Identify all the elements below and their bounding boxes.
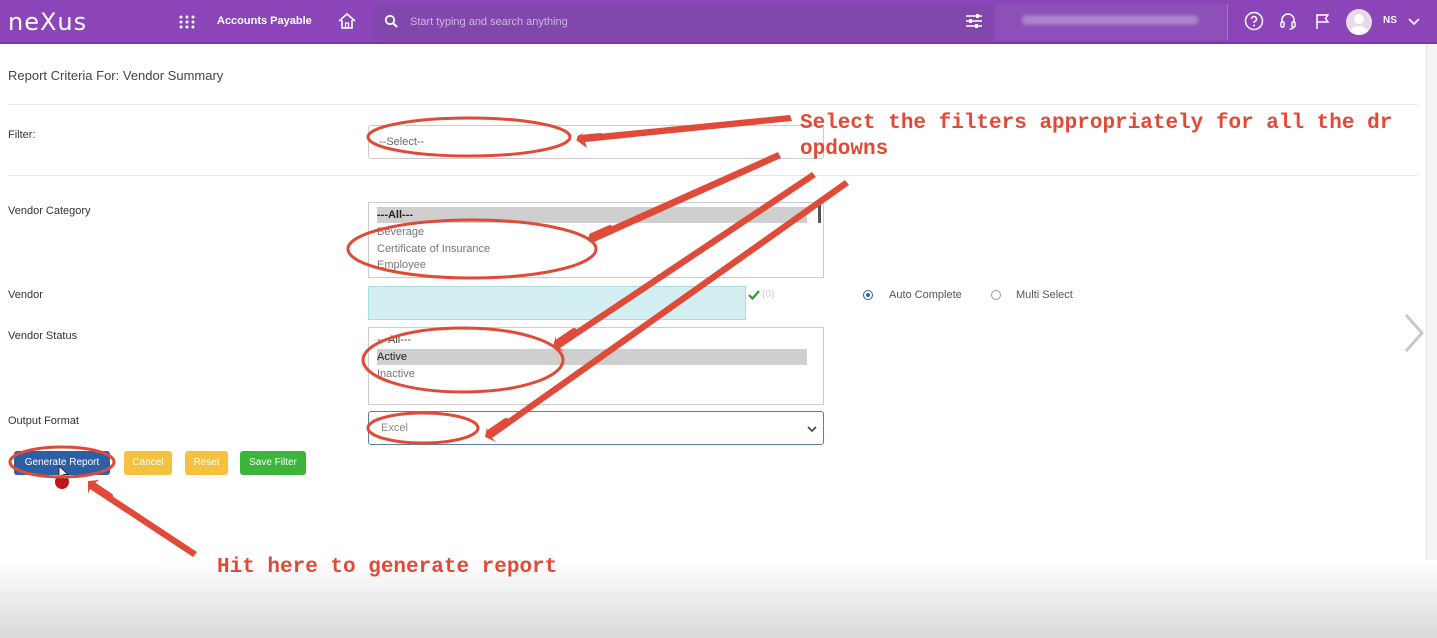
cancel-button[interactable]: Cancel [124, 451, 172, 475]
listbox-scrollbar[interactable] [818, 205, 821, 223]
vendor-status-option[interactable]: Inactive [377, 366, 415, 382]
filter-select-value: --Select-- [379, 136, 425, 148]
save-filter-button[interactable]: Save Filter [240, 451, 306, 475]
flag-icon[interactable] [1314, 12, 1332, 30]
vendor-status-label: Vendor Status [8, 330, 78, 342]
filter-label: Filter: [8, 129, 36, 141]
output-format-value: Excel [381, 422, 408, 434]
reset-button[interactable]: Reset [185, 451, 228, 475]
top-navigation-bar: neXus Accounts Payable Start typing and … [0, 0, 1437, 44]
vendor-category-option[interactable]: Certificate of Insurance [377, 241, 490, 257]
filters-annotation-text: Select the filters appropriately for all… [800, 112, 1393, 161]
vendor-category-option[interactable]: Employee [377, 257, 426, 273]
vendor-input[interactable] [368, 286, 746, 320]
check-icon [748, 290, 760, 301]
global-search-input[interactable] [410, 12, 930, 32]
search-icon[interactable] [384, 14, 398, 28]
generate-annotation-text: Hit here to generate report [217, 556, 558, 579]
mouse-cursor-icon [58, 465, 70, 481]
vendor-status-listbox[interactable]: ---All--- Active Inactive [368, 327, 824, 405]
auto-complete-label[interactable]: Auto Complete [889, 289, 962, 301]
title-divider [8, 104, 1418, 105]
filter-select[interactable]: --Select-- [368, 125, 824, 159]
vendor-label: Vendor [8, 289, 43, 301]
user-initials[interactable]: NS [1383, 15, 1397, 26]
vendor-status-option[interactable]: Active [377, 349, 807, 365]
bottom-shadow [0, 560, 1437, 638]
chevron-down-icon [807, 426, 817, 433]
chevron-down-icon[interactable] [1407, 14, 1421, 28]
help-icon[interactable] [1244, 11, 1264, 31]
output-format-select[interactable]: Excel [368, 411, 824, 445]
vendor-status-option[interactable]: ---All--- [377, 332, 411, 348]
vendor-category-label: Vendor Category [8, 205, 91, 217]
support-headset-icon[interactable] [1278, 11, 1298, 31]
chevron-right-icon[interactable] [1400, 312, 1428, 354]
nexus-logo[interactable]: neXus [8, 8, 87, 36]
user-silhouette-icon [1349, 14, 1369, 35]
app-window: neXus Accounts Payable Start typing and … [0, 0, 1437, 638]
filter-divider [8, 175, 1418, 176]
user-avatar[interactable] [1346, 9, 1372, 35]
filter-settings-icon[interactable] [965, 13, 983, 29]
vendor-category-option[interactable]: ---All--- [377, 207, 807, 223]
vendor-category-option[interactable]: Beverage [377, 224, 424, 240]
auto-complete-radio[interactable] [863, 290, 873, 300]
home-icon[interactable] [337, 11, 357, 31]
module-name[interactable]: Accounts Payable [217, 15, 312, 27]
page-title: Report Criteria For: Vendor Summary [8, 68, 224, 83]
vendor-selected-count: (0) [762, 289, 775, 300]
redacted-company-name [1022, 15, 1198, 25]
annotation-arrow [88, 480, 197, 557]
vendor-category-listbox[interactable]: ---All--- Beverage Certificate of Insura… [368, 202, 824, 278]
multi-select-radio[interactable] [991, 290, 1001, 300]
page-scrollbar[interactable] [1426, 44, 1437, 574]
app-grid-icon[interactable] [178, 14, 196, 30]
output-format-label: Output Format [8, 415, 79, 427]
multi-select-label[interactable]: Multi Select [1016, 289, 1073, 301]
header-divider [1227, 4, 1228, 40]
